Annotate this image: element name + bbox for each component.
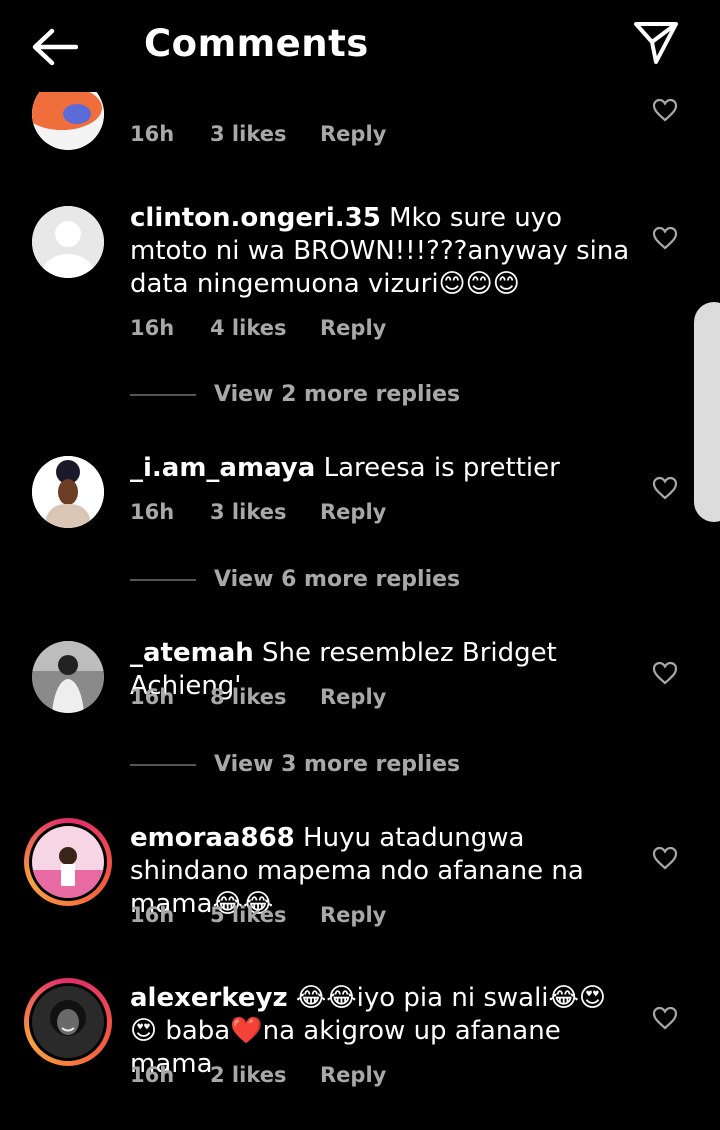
comment-username[interactable]: _i.am_amaya (130, 453, 315, 483)
heart-icon[interactable] (652, 98, 678, 122)
comment-text-block: clinton.ongeri.35 Mko sure uyo mtoto ni … (130, 202, 630, 301)
avatar[interactable] (32, 456, 104, 528)
reply-button[interactable]: Reply (320, 500, 386, 524)
back-button[interactable] (30, 24, 82, 70)
comment-time: 16h (130, 1063, 175, 1087)
comment-username[interactable]: emoraa868 (130, 823, 295, 853)
view-replies-label: View 2 more replies (214, 382, 461, 407)
reply-button[interactable]: Reply (320, 903, 386, 927)
comment-likes[interactable]: 3 likes (210, 122, 320, 146)
story-ring (29, 983, 107, 1061)
comment-meta: 16h 8 likes Reply (130, 685, 386, 709)
comment-likes[interactable]: 2 likes (210, 1063, 320, 1087)
avatar-image (32, 826, 104, 898)
arrow-left-icon (32, 28, 78, 66)
comment-time: 16h (130, 903, 175, 927)
comment-username[interactable]: clinton.ongeri.35 (130, 203, 381, 233)
comment-username[interactable]: _atemah (130, 638, 254, 668)
comment-meta: 16h 5 likes Reply (130, 903, 386, 927)
view-more-replies[interactable]: View 2 more replies (130, 382, 460, 407)
avatar-image (32, 456, 104, 528)
reply-button[interactable]: Reply (320, 122, 386, 146)
divider (130, 763, 196, 766)
avatar[interactable] (24, 978, 112, 1066)
comment-time: 16h (130, 122, 175, 146)
divider (130, 393, 196, 396)
comment-meta: 16h 4 likes Reply (130, 316, 386, 340)
comment-likes[interactable]: 4 likes (210, 316, 320, 340)
reply-button[interactable]: Reply (320, 685, 386, 709)
heart-icon[interactable] (652, 476, 678, 500)
comment-time: 16h (130, 500, 175, 524)
heart-icon[interactable] (652, 226, 678, 250)
comment-username[interactable]: alexerkeyz (130, 983, 288, 1013)
comment-time: 16h (130, 316, 175, 340)
view-replies-label: View 3 more replies (214, 752, 461, 777)
avatar[interactable] (32, 641, 104, 713)
divider (130, 578, 196, 581)
comment-meta: 16h 3 likes Reply (130, 500, 386, 524)
heart-icon[interactable] (652, 661, 678, 685)
heart-icon[interactable] (652, 846, 678, 870)
app-header: Comments (0, 0, 720, 92)
default-avatar-icon (32, 206, 104, 278)
page-title: Comments (144, 22, 369, 65)
comment-meta: 16h 3 likes Reply (130, 122, 386, 146)
view-more-replies[interactable]: View 3 more replies (130, 752, 460, 777)
view-more-replies[interactable]: View 6 more replies (130, 567, 460, 592)
heart-icon[interactable] (652, 1006, 678, 1030)
send-icon (634, 22, 678, 64)
comment-meta: 16h 2 likes Reply (130, 1063, 386, 1087)
view-replies-label: View 6 more replies (214, 567, 461, 592)
avatar-image (32, 986, 104, 1058)
reply-button[interactable]: Reply (320, 316, 386, 340)
reply-button[interactable]: Reply (320, 1063, 386, 1087)
comment-likes[interactable]: 8 likes (210, 685, 320, 709)
avatar-image (32, 641, 104, 713)
avatar[interactable] (24, 818, 112, 906)
comment-time: 16h (130, 685, 175, 709)
comment-likes[interactable]: 3 likes (210, 500, 320, 524)
comment-text-block: _i.am_amaya Lareesa is prettier (130, 452, 630, 485)
story-ring (29, 823, 107, 901)
comment-body: Lareesa is prettier (323, 453, 560, 483)
edge-panel-handle[interactable] (694, 302, 720, 522)
comment-likes[interactable]: 5 likes (210, 903, 320, 927)
share-button[interactable] (632, 20, 682, 66)
avatar[interactable] (32, 206, 104, 278)
